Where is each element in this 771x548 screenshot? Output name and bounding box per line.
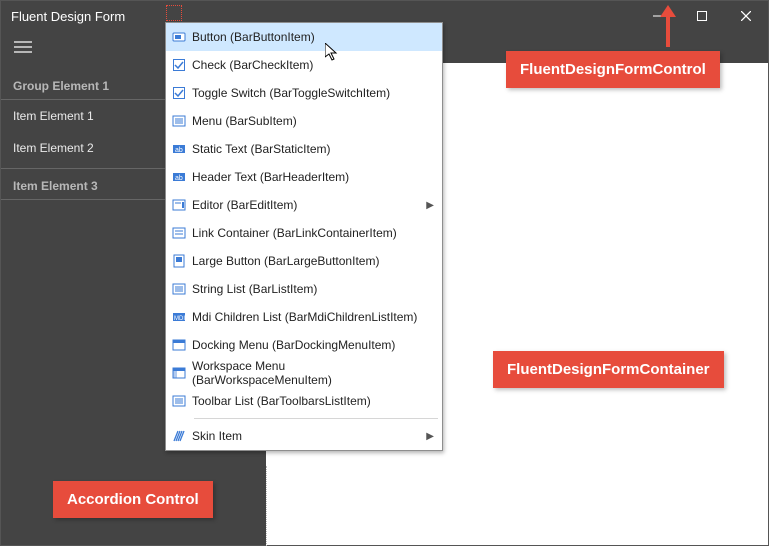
menu-item-label: Header Text (BarHeaderItem) xyxy=(192,170,442,184)
menu-item-header[interactable]: ab Header Text (BarHeaderItem) xyxy=(166,163,442,191)
menu-item-editor[interactable]: Editor (BarEditItem) ▶ xyxy=(166,191,442,219)
menu-item-mdi[interactable]: MDI Mdi Children List (BarMdiChildrenLis… xyxy=(166,303,442,331)
menu-item-label: Toggle Switch (BarToggleSwitchItem) xyxy=(192,86,442,100)
callout-formcontrol: FluentDesignFormControl xyxy=(506,51,720,88)
menu-item-link[interactable]: Link Container (BarLinkContainerItem) xyxy=(166,219,442,247)
menu-item-stringlist[interactable]: String List (BarListItem) xyxy=(166,275,442,303)
menu-item-label: Link Container (BarLinkContainerItem) xyxy=(192,226,442,240)
menu-item-button[interactable]: Button (BarButtonItem) xyxy=(166,23,442,51)
menu-item-large[interactable]: Large Button (BarLargeButtonItem) xyxy=(166,247,442,275)
docking-icon xyxy=(166,338,192,352)
menu-item-label: Check (BarCheckItem) xyxy=(192,58,442,72)
submenu-arrow-icon: ▶ xyxy=(426,431,434,442)
menu-item-label: Docking Menu (BarDockingMenuItem) xyxy=(192,338,442,352)
menu-item-check[interactable]: Check (BarCheckItem) xyxy=(166,51,442,79)
menu-item-label: Skin Item xyxy=(192,429,442,443)
menu-separator xyxy=(194,418,438,419)
menu-item-label: Menu (BarSubItem) xyxy=(192,114,442,128)
button-icon xyxy=(166,30,192,44)
menu-item-label: Static Text (BarStaticItem) xyxy=(192,142,442,156)
list-icon xyxy=(166,282,192,296)
menu-item-label: Toolbar List (BarToolbarsListItem) xyxy=(192,394,442,408)
window: Fluent Design Form Group Element 1 Item … xyxy=(0,0,769,546)
submenu-arrow-icon: ▶ xyxy=(426,200,434,211)
menu-item-static[interactable]: ab Static Text (BarStaticItem) xyxy=(166,135,442,163)
window-title: Fluent Design Form xyxy=(1,9,125,24)
svg-text:ab: ab xyxy=(175,175,183,182)
menu-item-label: Workspace Menu (BarWorkspaceMenuItem) xyxy=(192,359,442,387)
text-icon: ab xyxy=(166,142,192,156)
arrow-up-icon xyxy=(658,5,678,47)
menu-item-menu[interactable]: Menu (BarSubItem) xyxy=(166,107,442,135)
menu-item-skin[interactable]: Skin Item ▶ xyxy=(166,422,442,450)
context-menu: Button (BarButtonItem) Check (BarCheckIt… xyxy=(165,22,443,451)
callout-accordion: Accordion Control xyxy=(53,481,213,518)
maximize-button[interactable] xyxy=(680,1,724,31)
skin-icon xyxy=(166,429,192,443)
close-button[interactable] xyxy=(724,1,768,31)
menu-item-label: Large Button (BarLargeButtonItem) xyxy=(192,254,442,268)
link-container-icon xyxy=(166,226,192,240)
menu-icon xyxy=(166,114,192,128)
header-icon: ab xyxy=(166,170,192,184)
toggle-icon xyxy=(166,86,192,100)
dotted-divider xyxy=(266,466,267,546)
mdi-icon: MDI xyxy=(166,310,192,324)
menu-item-label: Editor (BarEditItem) xyxy=(192,198,442,212)
svg-text:ab: ab xyxy=(175,147,183,154)
menu-item-label: String List (BarListItem) xyxy=(192,282,442,296)
workspace-icon xyxy=(166,366,192,380)
hamburger-button[interactable] xyxy=(1,31,45,63)
selection-indicator xyxy=(166,5,182,21)
check-icon xyxy=(166,58,192,72)
menu-item-toolbar[interactable]: Toolbar List (BarToolbarsListItem) xyxy=(166,387,442,415)
editor-icon xyxy=(166,198,192,212)
callout-formcontainer: FluentDesignFormContainer xyxy=(493,351,724,388)
svg-text:MDI: MDI xyxy=(174,316,185,322)
toolbar-icon xyxy=(166,394,192,408)
menu-item-label: Mdi Children List (BarMdiChildrenListIte… xyxy=(192,310,442,324)
menu-item-workspace[interactable]: Workspace Menu (BarWorkspaceMenuItem) xyxy=(166,359,442,387)
menu-item-toggle[interactable]: Toggle Switch (BarToggleSwitchItem) xyxy=(166,79,442,107)
menu-item-docking[interactable]: Docking Menu (BarDockingMenuItem) xyxy=(166,331,442,359)
large-button-icon xyxy=(166,254,192,268)
menu-item-label: Button (BarButtonItem) xyxy=(192,30,442,44)
